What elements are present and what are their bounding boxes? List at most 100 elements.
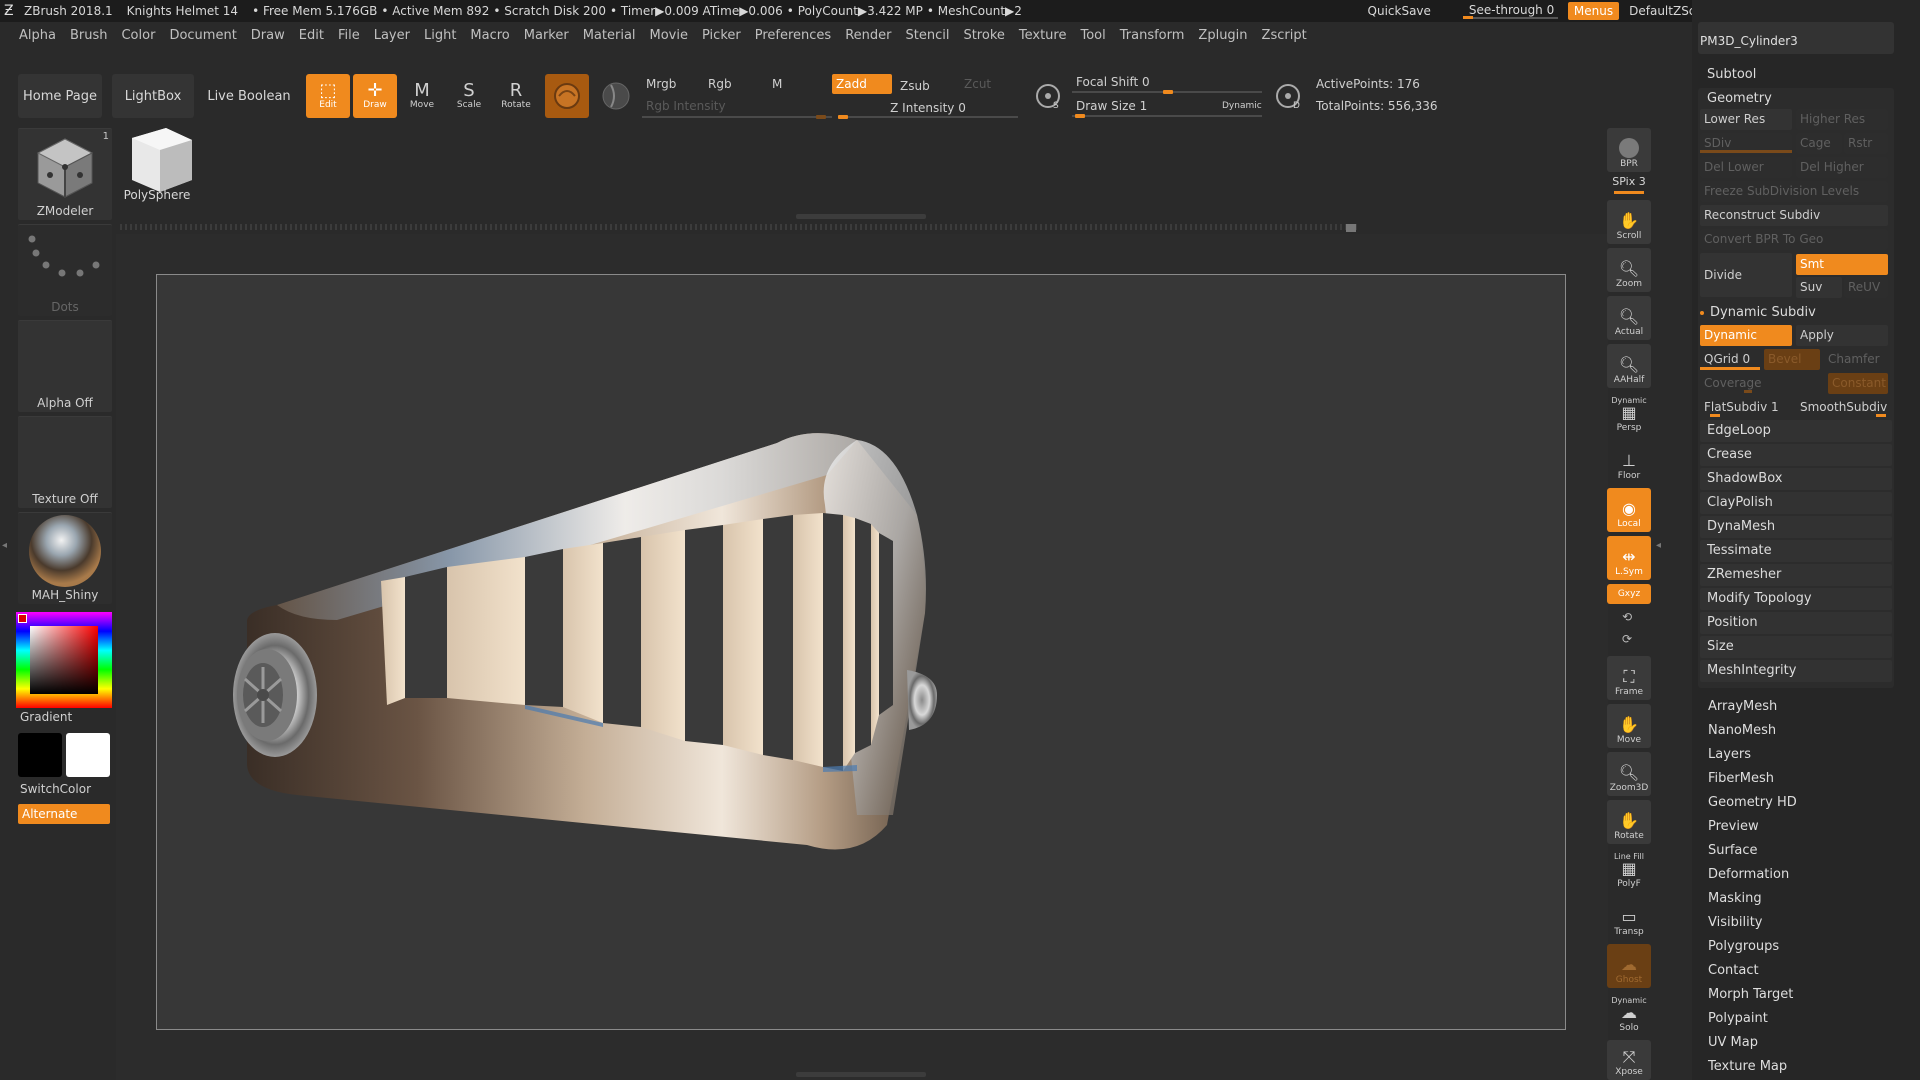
draw-size-slider[interactable]: Draw Size 1 (1072, 96, 1192, 116)
see-through-slider[interactable]: See-through 0 (1462, 2, 1558, 20)
menu-stroke[interactable]: Stroke (963, 28, 1004, 43)
aahalf-button[interactable]: 🔍︎ AAHalf (1607, 344, 1651, 388)
menu-zscript[interactable]: Zscript (1262, 28, 1307, 43)
stroke-slot[interactable]: Dots (18, 224, 112, 316)
rstr-button[interactable]: Rstr (1844, 133, 1888, 154)
deformation-menu[interactable]: Deformation (1708, 863, 1789, 887)
menu-texture[interactable]: Texture (1019, 28, 1067, 43)
menu-stencil[interactable]: Stencil (905, 28, 949, 43)
del-higher-button[interactable]: Del Higher (1796, 157, 1888, 178)
draw-button[interactable]: ✛ Draw (353, 74, 397, 118)
move-view-button[interactable]: ✋ Move (1607, 704, 1651, 748)
quicksave-button[interactable]: QuickSave (1368, 4, 1431, 18)
rgb-toggle[interactable]: Rgb (704, 74, 762, 94)
rotate-view-button[interactable]: ✋ Rotate (1607, 800, 1651, 844)
frame-button[interactable]: ⛶ Frame (1607, 656, 1651, 700)
polypaint-menu[interactable]: Polypaint (1708, 1007, 1768, 1031)
z-intensity-slider[interactable]: Z Intensity 0 (838, 98, 1018, 118)
xpose-button[interactable]: ⤧ Xpose (1607, 1040, 1651, 1080)
lower-res-button[interactable]: Lower Res (1700, 109, 1792, 130)
coverage-slider[interactable]: Coverage (1700, 373, 1824, 394)
menu-draw[interactable]: Draw (251, 28, 285, 43)
dynamic-toggle-button[interactable]: Dynamic (1700, 325, 1792, 346)
menu-file[interactable]: File (338, 28, 360, 43)
live-boolean-button[interactable]: Live Boolean (204, 74, 294, 118)
viewport-canvas[interactable] (156, 274, 1566, 1030)
reuv-button[interactable]: ReUV (1844, 277, 1888, 298)
rotate-z-icon[interactable]: ⟳ (1622, 632, 1632, 646)
brush-preview-button[interactable] (545, 74, 589, 118)
preview-menu[interactable]: Preview (1708, 815, 1759, 839)
mrgb-toggle[interactable]: Mrgb (642, 74, 700, 94)
menu-document[interactable]: Document (169, 28, 236, 43)
tool-thumbnail-row[interactable]: PM3D_Cylinder3 (1698, 22, 1894, 54)
home-page-button[interactable]: Home Page (18, 74, 102, 118)
dynamic-subdiv-header[interactable]: Dynamic Subdiv (1700, 302, 1892, 324)
top-tray-handle[interactable] (796, 214, 926, 219)
solo-button[interactable]: Dynamic ☁ Solo (1607, 992, 1651, 1036)
actual-button[interactable]: 🔍︎ Actual (1607, 296, 1651, 340)
lightbox-button[interactable]: LightBox (112, 74, 194, 118)
menu-material[interactable]: Material (583, 28, 636, 43)
menu-zplugin[interactable]: Zplugin (1198, 28, 1247, 43)
menu-alpha[interactable]: Alpha (19, 28, 56, 43)
bpr-button[interactable]: BPR (1607, 128, 1651, 172)
texture-slot[interactable]: Texture Off (18, 416, 112, 508)
canvas-resize-handle[interactable] (1346, 224, 1356, 232)
menu-brush[interactable]: Brush (70, 28, 108, 43)
ghost-button[interactable]: ☁ Ghost (1607, 944, 1651, 988)
visibility-menu[interactable]: Visibility (1708, 911, 1762, 935)
contact-menu[interactable]: Contact (1708, 959, 1759, 983)
size-menu[interactable]: Size (1700, 636, 1892, 658)
position-menu[interactable]: Position (1700, 612, 1892, 634)
cage-button[interactable]: Cage (1796, 133, 1842, 154)
spix-slider[interactable]: SPix 3 (1607, 175, 1651, 188)
left-collapse-arrow[interactable]: ◂ (2, 540, 10, 560)
zadd-toggle[interactable]: Zadd (832, 74, 892, 94)
convert-bpr-button[interactable]: Convert BPR To Geo (1700, 229, 1888, 250)
transp-button[interactable]: ▭ Transp (1607, 896, 1651, 940)
nanomesh-menu[interactable]: NanoMesh (1708, 719, 1776, 743)
right-collapse-arrow[interactable]: ◂ (1656, 540, 1664, 560)
edit-button[interactable]: ⬚ Edit (306, 74, 350, 118)
geometry-hd-menu[interactable]: Geometry HD (1708, 791, 1797, 815)
color-picker[interactable] (16, 612, 112, 708)
rotate-y-icon[interactable]: ⟲ (1622, 610, 1632, 624)
menu-movie[interactable]: Movie (650, 28, 688, 43)
m-toggle[interactable]: M (768, 74, 826, 94)
menu-picker[interactable]: Picker (702, 28, 741, 43)
floor-button[interactable]: ⊥ Floor (1607, 440, 1651, 484)
rgb-intensity-slider[interactable]: Rgb Intensity (642, 96, 832, 116)
menu-marker[interactable]: Marker (524, 28, 569, 43)
zremesher-menu[interactable]: ZRemesher (1700, 564, 1892, 586)
meshintegrity-menu[interactable]: MeshIntegrity (1700, 660, 1892, 682)
freeze-subdivision-button[interactable]: Freeze SubDivision Levels (1700, 181, 1888, 202)
zoom3d-button[interactable]: 🔍︎ Zoom3D (1607, 752, 1651, 796)
menu-tool[interactable]: Tool (1080, 28, 1105, 43)
smooth-subdiv-slider[interactable]: SmoothSubdiv (1796, 397, 1888, 418)
material-slot[interactable]: MAH_Shiny (18, 512, 112, 604)
rotate-button[interactable]: R Rotate (494, 74, 538, 118)
masking-menu[interactable]: Masking (1708, 887, 1762, 911)
dynamic-toggle[interactable]: Dynamic (1218, 96, 1266, 116)
menu-render[interactable]: Render (845, 28, 891, 43)
zoom-button[interactable]: 🔍︎ Zoom (1607, 248, 1651, 292)
shadowbox-menu[interactable]: ShadowBox (1700, 468, 1892, 490)
constant-button[interactable]: Constant (1828, 373, 1888, 394)
material-sphere-button[interactable] (594, 74, 638, 118)
secondary-color-swatch[interactable] (18, 733, 62, 777)
modify-topology-menu[interactable]: Modify Topology (1700, 588, 1892, 610)
focal-shift-slider[interactable]: Focal Shift 0 (1072, 72, 1262, 92)
menu-light[interactable]: Light (424, 28, 456, 43)
tessimate-menu[interactable]: Tessimate (1700, 540, 1892, 562)
lsym-button[interactable]: ⇹ L.Sym (1607, 536, 1651, 580)
reconstruct-subdiv-button[interactable]: Reconstruct Subdiv (1700, 205, 1888, 226)
crease-menu[interactable]: Crease (1700, 444, 1892, 466)
chamfer-button[interactable]: Chamfer (1824, 349, 1888, 370)
brush-slot[interactable]: 1 ZModeler (18, 128, 112, 220)
scroll-button[interactable]: ✋ Scroll (1607, 200, 1651, 244)
switch-color-button[interactable]: SwitchColor (20, 782, 91, 796)
layers-menu[interactable]: Layers (1708, 743, 1751, 767)
alternate-button[interactable]: Alternate (18, 804, 110, 824)
xyz-button[interactable]: Gxyz (1607, 584, 1651, 604)
